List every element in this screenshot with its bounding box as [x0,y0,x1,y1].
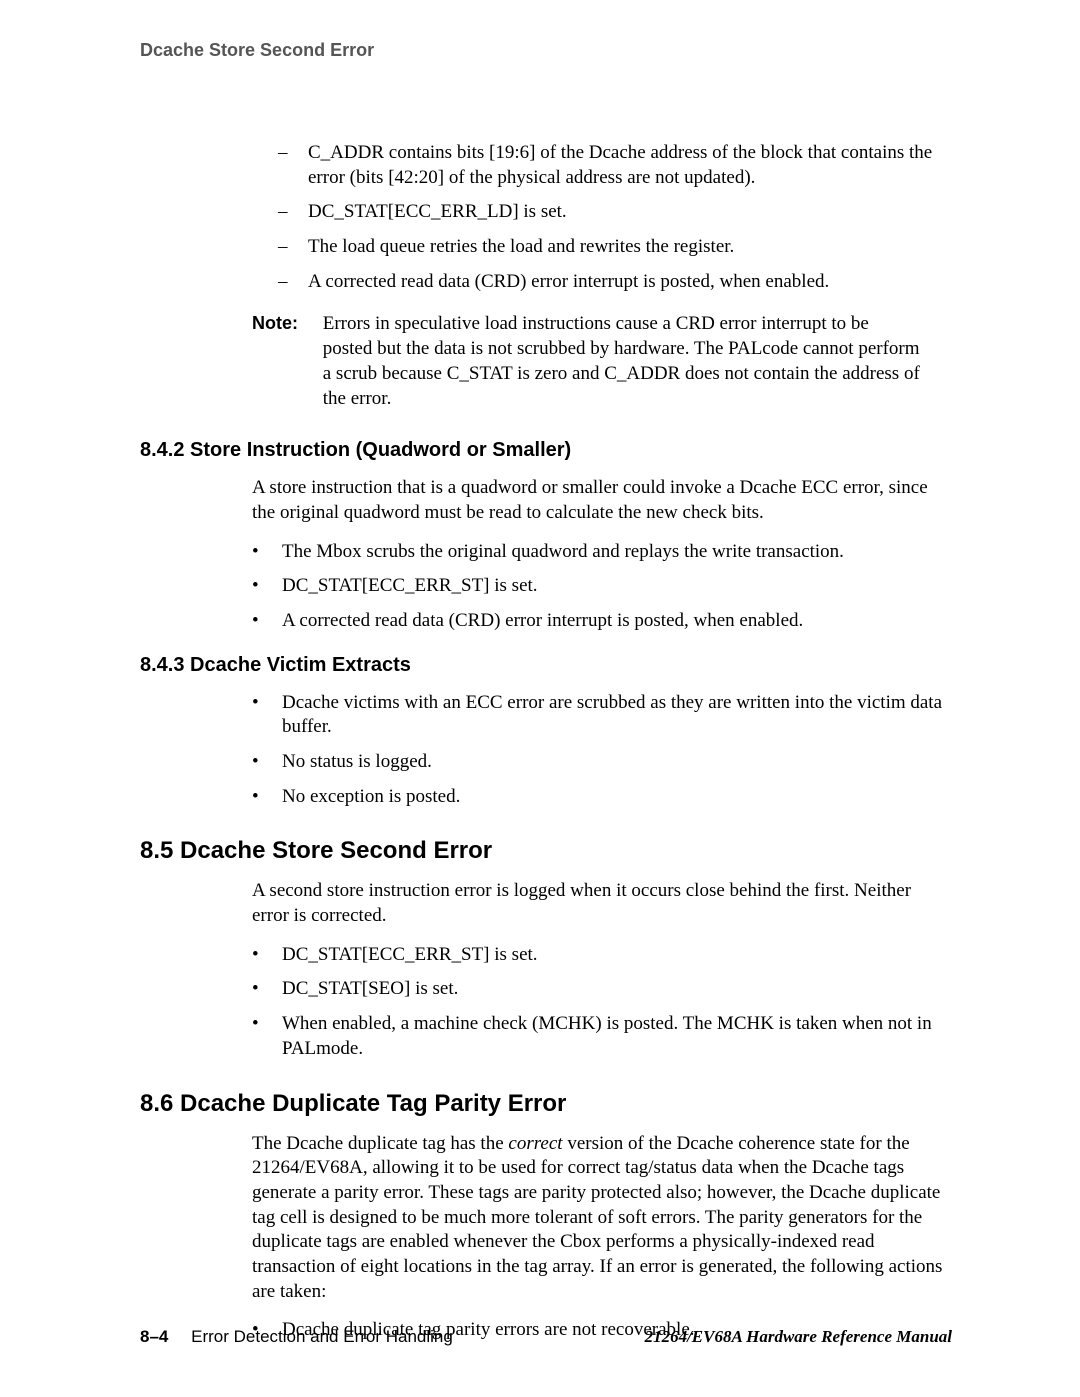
manual-title: 21264/EV68A Hardware Reference Manual [645,1327,952,1347]
dash-item: A corrected read data (CRD) error interr… [278,270,952,295]
bullet-item: Dcache victims with an ECC error are scr… [252,691,952,740]
dash-list: C_ADDR contains bits [19:6] of the Dcach… [168,141,952,294]
note-block: Note: Errors in speculative load instruc… [252,312,952,411]
text-run: The Dcache duplicate tag has the [252,1133,508,1154]
bullet-list: The Mbox scrubs the original quadword an… [168,540,952,634]
note-label: Note: [252,312,318,335]
heading-8-4-3: 8.4.3 Dcache Victim Extracts [140,654,952,677]
footer-left: 8–4 Error Detection and Error Handling [140,1327,453,1347]
bullet-item: A corrected read data (CRD) error interr… [252,609,952,634]
paragraph: A second store instruction error is logg… [252,879,952,928]
bullet-list: Dcache victims with an ECC error are scr… [168,691,952,810]
emphasis: correct [508,1133,562,1154]
bullet-item: The Mbox scrubs the original quadword an… [252,540,952,565]
heading-8-4-2: 8.4.2 Store Instruction (Quadword or Sma… [140,439,952,462]
dash-item: The load queue retries the load and rewr… [278,235,952,260]
bullet-item: DC_STAT[ECC_ERR_ST] is set. [252,574,952,599]
paragraph: A store instruction that is a quadword o… [252,476,952,525]
text-run: version of the Dcache coherence state fo… [252,1133,942,1302]
bullet-item: No status is logged. [252,750,952,775]
page-number: 8–4 [140,1327,168,1346]
bullet-item: DC_STAT[SEO] is set. [252,977,952,1002]
heading-8-5: 8.5 Dcache Store Second Error [140,837,952,865]
page-footer: 8–4 Error Detection and Error Handling 2… [140,1327,952,1347]
bullet-list: DC_STAT[ECC_ERR_ST] is set. DC_STAT[SEO]… [168,943,952,1062]
bullet-item: DC_STAT[ECC_ERR_ST] is set. [252,943,952,968]
bullet-item: When enabled, a machine check (MCHK) is … [252,1012,952,1061]
running-head: Dcache Store Second Error [140,40,952,61]
dash-item: C_ADDR contains bits [19:6] of the Dcach… [278,141,952,190]
page: Dcache Store Second Error C_ADDR contain… [0,0,1080,1397]
bullet-item: No exception is posted. [252,785,952,810]
chapter-title: Error Detection and Error Handling [191,1327,453,1346]
dash-item: DC_STAT[ECC_ERR_LD] is set. [278,200,952,225]
paragraph: The Dcache duplicate tag has the correct… [252,1132,952,1305]
note-body: Errors in speculative load instructions … [323,312,923,411]
heading-8-6: 8.6 Dcache Duplicate Tag Parity Error [140,1090,952,1118]
